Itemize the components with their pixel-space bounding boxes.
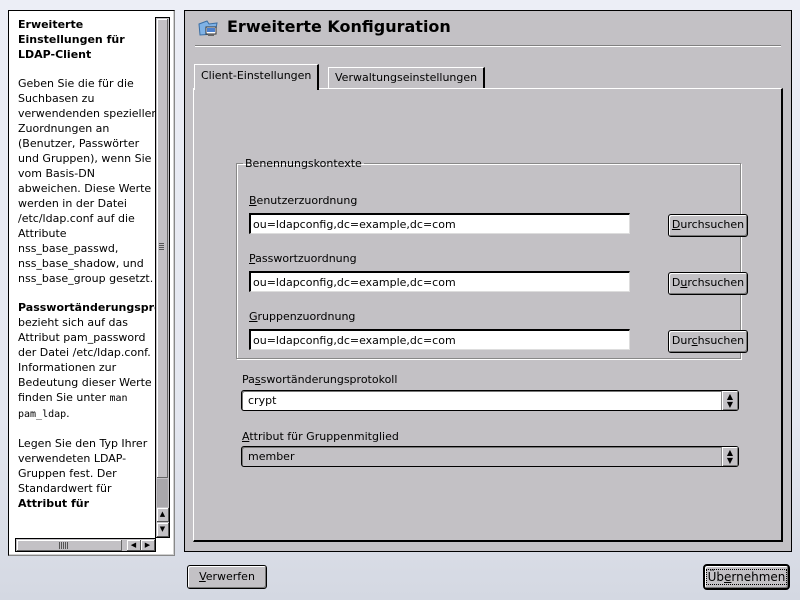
group-attribute-select[interactable]: member ▲ ▼	[241, 446, 739, 467]
browse-user-mapping-button[interactable]: Durchsuchen	[668, 214, 748, 237]
naming-contexts-group: Benennungskontexte Benutzerzuordnung ou=…	[236, 157, 748, 359]
accept-button[interactable]: Übernehmen	[703, 564, 790, 590]
label-text: Pa	[242, 373, 255, 386]
scrollbar-trough[interactable]	[157, 479, 168, 507]
help-paragraph-3: Legen Sie den Typ Ihrer verwendeten LDAP…	[18, 436, 161, 511]
password-protocol-select[interactable]: crypt ▲ ▼	[241, 390, 739, 411]
mnemonic: V	[199, 570, 206, 583]
help-text: Erweiterte Einstellungen für LDAP-Client…	[18, 17, 161, 537]
grip-icon	[159, 243, 164, 251]
password-mapping-label: Passwortzuordnung	[249, 252, 357, 265]
scrollbar-thumb[interactable]	[157, 19, 168, 478]
user-mapping-input[interactable]: ou=ldapconfig,dc=example,dc=com	[249, 213, 630, 234]
title-divider	[195, 45, 781, 47]
label-text: asswortzuordnung	[255, 252, 357, 265]
btn-text: rnehmen	[731, 570, 786, 584]
help-vertical-scrollbar[interactable]: ▲ ▼	[155, 17, 170, 538]
help-horizontal-scrollbar[interactable]: ◀ ▶	[15, 538, 156, 552]
ldap-config-icon	[198, 20, 218, 36]
help-term-group-attr: Attribut für	[18, 497, 90, 510]
selected-value: member	[248, 450, 295, 463]
help-paragraph-2: Passwortänderungsprotokoll bezieht sich …	[18, 300, 161, 422]
tab-label: Client-Einstellungen	[201, 69, 312, 82]
tab-panel: Benennungskontexte Benutzerzuordnung ou=…	[193, 88, 783, 542]
btn-text: rchsuchen	[687, 276, 745, 289]
scroll-up-icon[interactable]: ▲	[157, 508, 169, 522]
label-text: ttribut für Gruppenmitglied	[249, 430, 399, 443]
label-text: enutzerzuordnung	[256, 194, 358, 207]
user-mapping-label: Benutzerzuordnung	[249, 194, 357, 207]
mnemonic: B	[249, 194, 257, 207]
help-text-span: bezieht sich auf das Attribut pam_passwo…	[18, 316, 152, 404]
mnemonic: G	[249, 310, 258, 323]
browse-group-mapping-button[interactable]: Durchsuchen	[668, 330, 748, 353]
spin-arrows-icon[interactable]: ▲ ▼	[721, 391, 738, 410]
tab-label: Verwaltungseinstellungen	[335, 71, 478, 84]
btn-text: erwerfen	[205, 570, 255, 583]
scroll-left-icon[interactable]: ◀	[127, 540, 141, 551]
tab-client-settings[interactable]: Client-Einstellungen	[194, 64, 320, 90]
spin-arrows-icon[interactable]: ▲ ▼	[721, 447, 738, 466]
group-attribute-label: Attribut für Gruppenmitglied	[242, 430, 399, 443]
page-title: Erweiterte Konfiguration	[227, 17, 451, 36]
help-text-span: Legen Sie den Typ Ihrer verwendeten LDAP…	[18, 437, 148, 495]
group-mapping-input[interactable]: ou=ldapconfig,dc=example,dc=com	[249, 329, 630, 350]
btn-text: hsuchen	[697, 334, 745, 347]
group-mapping-label: Gruppenzuordnung	[249, 310, 355, 323]
help-panel: Erweiterte Einstellungen für LDAP-Client…	[8, 10, 175, 556]
group-title: Benennungskontexte	[245, 157, 362, 170]
scroll-down-icon[interactable]: ▼	[157, 523, 169, 537]
scroll-right-icon[interactable]: ▶	[141, 540, 155, 551]
main-panel: Erweiterte Konfiguration Client-Einstell…	[184, 10, 792, 552]
help-term-pw-protocol: Passwortänderungsprotokoll	[18, 301, 161, 314]
btn-text: Dur	[671, 334, 692, 347]
selected-value: crypt	[248, 394, 277, 407]
help-paragraph-1: Geben Sie die für die Suchbasen zu verwe…	[18, 77, 159, 285]
label-text: ruppenzuordnung	[257, 310, 356, 323]
btn-text: Üb	[707, 570, 724, 584]
scrollbar-thumb[interactable]	[17, 540, 122, 551]
discard-button[interactable]: Verwerfen	[187, 565, 267, 589]
help-text-span: .	[66, 407, 70, 420]
password-protocol-label: Passwortänderungsprotokoll	[242, 373, 397, 386]
btn-text: urchsuchen	[680, 218, 745, 231]
label-text: swortänderungsprotokoll	[260, 373, 398, 386]
help-heading: Erweiterte Einstellungen für LDAP-Client	[18, 18, 125, 61]
browse-password-mapping-button[interactable]: Durchsuchen	[668, 272, 748, 295]
password-mapping-input[interactable]: ou=ldapconfig,dc=example,dc=com	[249, 271, 630, 292]
tab-admin-settings[interactable]: Verwaltungseinstellungen	[328, 67, 486, 89]
focus-label: Übernehmen	[705, 569, 788, 585]
grip-icon	[59, 542, 69, 549]
